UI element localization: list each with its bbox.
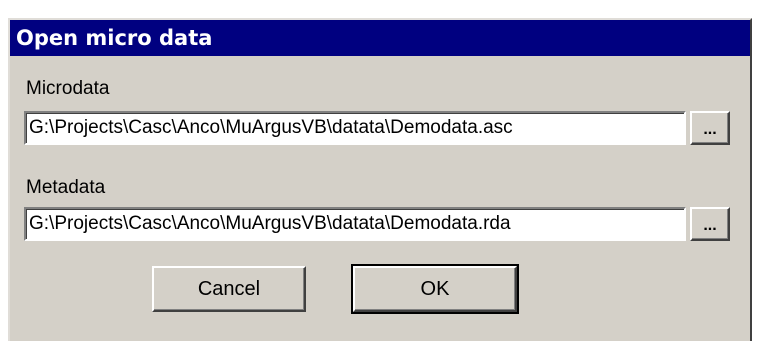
- metadata-label: Metadata: [26, 177, 106, 198]
- open-micro-data-dialog: Open micro data Microdata G:\Projects\Ca…: [8, 18, 752, 341]
- ok-button[interactable]: OK: [351, 264, 519, 314]
- cancel-button[interactable]: Cancel: [152, 266, 306, 312]
- microdata-browse-button[interactable]: ...: [690, 111, 730, 145]
- metadata-browse-button[interactable]: ...: [690, 207, 730, 241]
- metadata-path-field[interactable]: G:\Projects\Casc\Anco\MuArgusVB\datata\D…: [24, 207, 686, 241]
- dialog-title: Open micro data: [10, 20, 750, 56]
- microdata-path-field[interactable]: G:\Projects\Casc\Anco\MuArgusVB\datata\D…: [24, 111, 686, 145]
- microdata-label: Microdata: [26, 78, 110, 99]
